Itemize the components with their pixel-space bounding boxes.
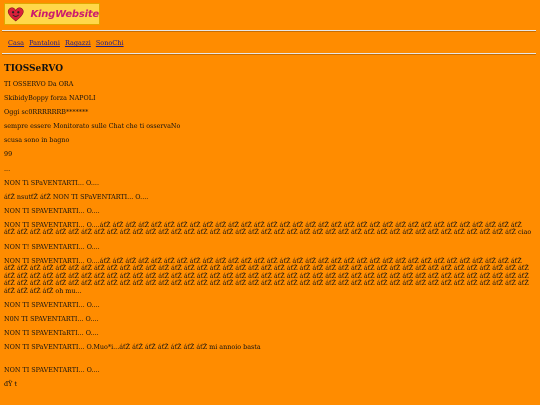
text-line: ... [4,164,11,173]
text-line: 99 [4,150,13,159]
text-line: áťŽ nsutťŽ áťŽ NON TI SPaVENTARTI... O..… [4,192,149,201]
post-body: TI OSSERVO Da ORA SkibidyBoppy forza NAP… [4,80,532,395]
text-line: NON TI SPAVENTARTI... O....áťŽ áťŽ áťŽ á… [4,220,532,237]
site-logo[interactable]: KingWebsite [4,3,100,25]
text-line: NON TI SPAVENTARTI... O.... [4,366,100,375]
nav-link-casa[interactable]: Casa [8,39,24,47]
page-title: TIOSSeRVO [4,64,64,74]
text-line: đŸ ŧ [4,380,17,389]
text-line: Oggi sc0RRRRRRB******* [4,108,89,117]
text-line: N0N TI SPAVENTARTI... O.... [4,314,99,323]
nav-link-sonochi[interactable]: SonoChi [96,39,124,47]
text-line: NON TI SPAVENTARTI... O....áťŽ áťŽ áťŽ á… [4,256,529,295]
text-line: SkibidyBoppy forza NAPOLI [4,94,96,103]
top-divider [2,30,536,32]
heart-face-icon [7,7,24,22]
text-line: NON TI SPAVENTaRTI... O.... [4,328,99,337]
nav-link-pantaloni[interactable]: Pantaloni [29,39,60,47]
logo-text: KingWebsite [30,8,99,20]
text-line: NON Ti SPaVENTARTI... O.... [4,178,99,187]
text-line: NON TI SPaVENTARTI... O.Muo*i...áťŽ áťŽ … [4,343,261,351]
nav-divider [2,53,536,55]
text-line: NON TI SPAVENTARTI... O.... [4,206,100,215]
text-line: NON T! SPAVENTARTI... O.... [4,242,100,251]
nav-link-ragazzi[interactable]: Ragazzi [65,39,91,47]
text-line: NON TI SPAVENTARTI... O.... [4,300,100,309]
main-nav: Casa Pantaloni Ragazzi SonoChi [8,39,124,47]
text-line: TI OSSERVO Da ORA [4,80,74,88]
text-line: sempre essere Monitorato sulle Chat che … [4,122,181,131]
text-line: scusa sono in bagno [4,136,70,145]
